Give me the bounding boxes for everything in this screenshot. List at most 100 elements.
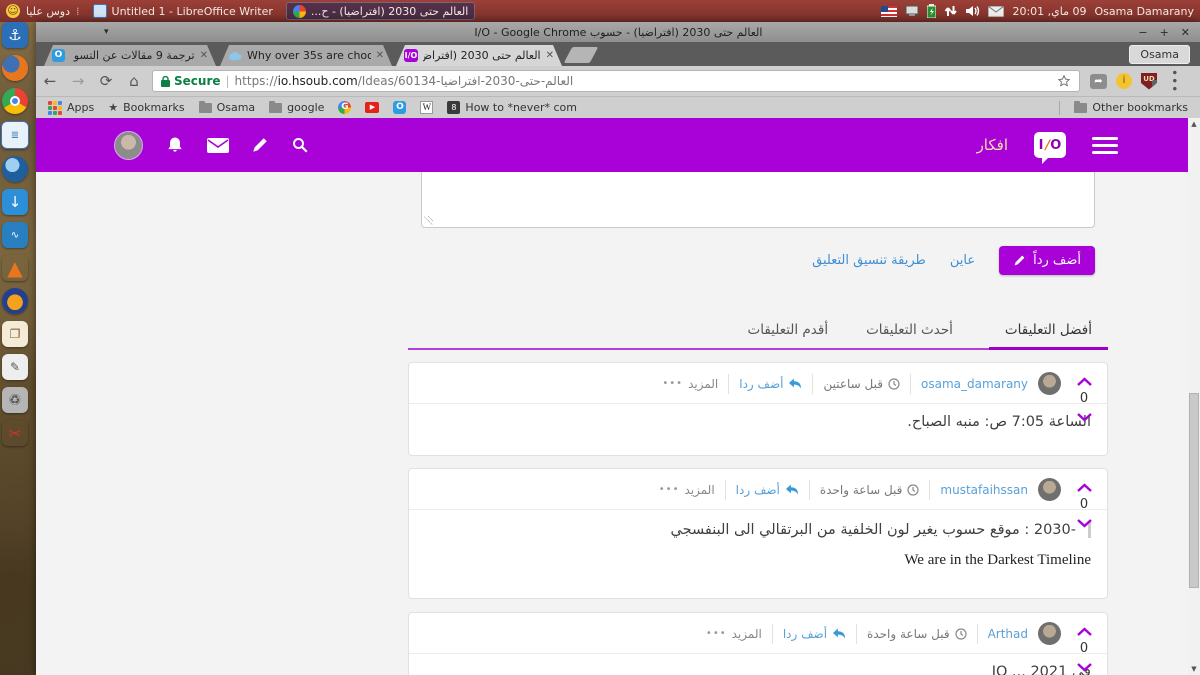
bookmark-folder-osama[interactable]: Osama: [199, 101, 256, 114]
cloud-favicon: [228, 51, 242, 61]
tab-oldest-comments[interactable]: أقدم التعليقات: [746, 314, 831, 348]
window-titlebar[interactable]: ▾ العالم حتى 2030 (افتراضيا) - حسوب I/O …: [36, 22, 1200, 42]
shade-button[interactable]: ▾: [36, 27, 109, 37]
upvote-icon[interactable]: [1077, 627, 1092, 636]
messages-envelope-icon[interactable]: [207, 138, 229, 153]
dock-media-player-icon[interactable]: ∿: [2, 222, 28, 248]
comment-textarea[interactable]: [421, 172, 1095, 228]
tab-newest-comments[interactable]: أحدث التعليقات: [864, 314, 955, 348]
maximize-button[interactable]: +: [1160, 26, 1169, 39]
taskbar-user[interactable]: Osama Damarany: [1095, 5, 1195, 18]
back-button[interactable]: ←: [36, 72, 64, 90]
network-icon[interactable]: [944, 5, 957, 17]
dock-writer-icon[interactable]: ≣: [1, 121, 29, 149]
commenter-username[interactable]: mustafaihssan: [940, 483, 1028, 497]
scroll-up-arrow[interactable]: ▲: [1188, 120, 1200, 128]
chrome-menu-icon[interactable]: •••: [1167, 69, 1181, 93]
comment-time: قبل ساعة واحدة: [867, 627, 967, 641]
downvote-icon[interactable]: [1077, 663, 1092, 672]
battery-icon[interactable]: [927, 4, 936, 18]
tab-close-icon[interactable]: ✕: [200, 50, 208, 61]
bookmark-google-icon[interactable]: G: [338, 101, 351, 114]
nav-ideas-link[interactable]: افكار: [977, 136, 1008, 154]
display-icon[interactable]: [905, 5, 919, 17]
reply-link[interactable]: أضف ردا: [783, 627, 846, 641]
commenter-username[interactable]: Arthad: [988, 627, 1028, 641]
close-button[interactable]: ✕: [1181, 26, 1190, 39]
upvote-icon[interactable]: [1077, 377, 1092, 386]
downvote-icon[interactable]: [1077, 413, 1092, 422]
dock-anchor-icon[interactable]: ⚓: [2, 22, 28, 48]
dock-screenshot-icon[interactable]: ✂: [2, 420, 28, 446]
taskbar-window-writer[interactable]: Untitled 1 - LibreOffice Writer: [86, 2, 280, 20]
commenter-avatar[interactable]: [1038, 372, 1061, 395]
tab-translate-articles[interactable]: O ترجمة 9 مقالات عن التسو ✕: [44, 45, 216, 66]
more-link[interactable]: المزيد•••: [659, 483, 715, 497]
shield-badge: 1: [1152, 80, 1164, 93]
reload-button[interactable]: ⟳: [92, 72, 120, 90]
browser-profile-button[interactable]: Osama: [1129, 45, 1190, 64]
dock-notes-icon[interactable]: ✎: [2, 354, 28, 380]
commenter-avatar[interactable]: [1038, 622, 1061, 645]
tab-world-2030[interactable]: I/O العالم حتى 2030 (افتراض ✕: [396, 45, 562, 66]
new-tab-button[interactable]: [564, 47, 599, 63]
compose-pencil-icon[interactable]: [251, 136, 269, 154]
notifications-bell-icon[interactable]: [165, 135, 185, 155]
bookmark-youtube-icon[interactable]: ▶: [365, 102, 379, 113]
dock-thunderbird-icon[interactable]: [2, 156, 28, 182]
tab-best-comments[interactable]: أفضل التعليقات: [989, 314, 1108, 350]
tab-close-icon[interactable]: ✕: [546, 50, 554, 61]
address-bar[interactable]: Secure | https://io.hsoub.com/Ideas/6013…: [152, 70, 1080, 92]
bookmark-star-icon[interactable]: [1057, 74, 1071, 88]
format-help-link[interactable]: طريقة تنسيق التعليق: [812, 253, 926, 268]
upvote-icon[interactable]: [1077, 483, 1092, 492]
chrome-icon: [293, 5, 306, 18]
dock-firefox-icon[interactable]: [2, 55, 28, 81]
preview-link[interactable]: عاين: [950, 253, 975, 268]
reply-link[interactable]: أضف ردا: [736, 483, 799, 497]
dock-audio-icon[interactable]: [2, 288, 28, 314]
home-button[interactable]: ⌂: [120, 72, 148, 90]
dock-trash-icon[interactable]: ♽: [2, 387, 28, 413]
chrome-window: ▾ العالم حتى 2030 (افتراضيا) - حسوب I/O …: [36, 22, 1200, 675]
downvote-icon[interactable]: [1077, 519, 1092, 528]
commenter-username[interactable]: osama_damarany: [921, 377, 1028, 391]
apps-shortcut[interactable]: Apps: [48, 101, 94, 115]
tab-close-icon[interactable]: ✕: [376, 50, 384, 61]
resize-grip[interactable]: [424, 216, 433, 225]
minimize-button[interactable]: −: [1138, 26, 1147, 39]
scrollbar-thumb[interactable]: [1189, 393, 1199, 588]
blockquote: -2030 : موقع حسوب يغير لون الخلفية من ال…: [465, 522, 1091, 538]
bookmark-o-icon[interactable]: O: [393, 101, 406, 114]
reply-link[interactable]: أضف ردا: [739, 377, 802, 391]
taskbar-clock[interactable]: 09 ماي, 20:01: [1012, 5, 1086, 18]
other-bookmarks[interactable]: Other bookmarks: [1074, 101, 1188, 114]
user-avatar[interactable]: [114, 131, 143, 160]
dock-downloads-icon[interactable]: ↓: [2, 189, 28, 215]
bookmark-wikipedia-icon[interactable]: W: [420, 101, 433, 114]
more-link[interactable]: المزيد•••: [706, 627, 762, 641]
io-logo[interactable]: I/O: [1034, 132, 1066, 158]
taskbar-window-chrome[interactable]: العالم حتى 2030 (افتراضيا) - ح...: [286, 2, 475, 20]
keyboard-layout-flag-icon[interactable]: [881, 6, 897, 17]
extension-accessibility-icon[interactable]: i: [1116, 73, 1132, 89]
bookmarks-shortcut[interactable]: ★ Bookmarks: [108, 101, 184, 114]
dock-vlc-icon[interactable]: ▲: [2, 255, 28, 281]
dock-book-icon[interactable]: ❐: [2, 321, 28, 347]
tab-why-over-35s[interactable]: Why over 35s are choos ✕: [220, 45, 392, 66]
volume-icon[interactable]: [965, 5, 980, 17]
add-reply-button[interactable]: أضف رداً: [999, 246, 1095, 275]
extension-shield-icon[interactable]: UD1: [1141, 73, 1157, 90]
more-link[interactable]: المزيد•••: [662, 377, 718, 391]
hamburger-menu-icon[interactable]: [1092, 137, 1118, 154]
page-scrollbar[interactable]: ▲ ▼: [1188, 118, 1200, 675]
bookmark-howto[interactable]: 8 How to *never* com: [447, 101, 577, 114]
extension-share-icon[interactable]: ➦: [1090, 74, 1107, 89]
mail-icon[interactable]: [988, 6, 1004, 17]
bookmark-folder-google[interactable]: google: [269, 101, 324, 114]
commenter-avatar[interactable]: [1038, 478, 1061, 501]
search-icon[interactable]: [291, 136, 309, 154]
dock-chrome-icon[interactable]: [2, 88, 28, 114]
forward-button[interactable]: →: [64, 72, 92, 90]
scroll-down-arrow[interactable]: ▼: [1188, 665, 1200, 673]
